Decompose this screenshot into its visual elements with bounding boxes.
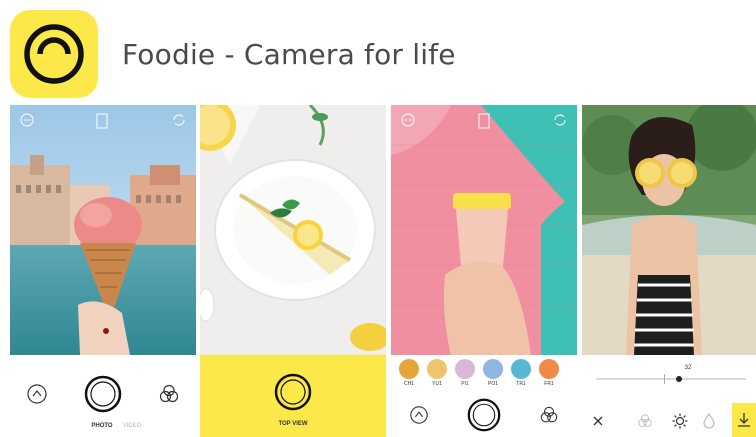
- filter-controls: CH1 YU1 PI1 PO1 TR1 FR1: [391, 355, 577, 437]
- filter-label: PO1: [487, 381, 498, 387]
- effects-icon[interactable]: [637, 413, 653, 429]
- screen-top-view: TOP VIEW: [200, 105, 386, 437]
- filter-thumb-fr1[interactable]: [539, 359, 559, 379]
- brightness-icon[interactable]: [672, 413, 688, 429]
- filter-thumb-tr1[interactable]: [511, 359, 531, 379]
- coffee-photo: [391, 105, 577, 355]
- slider-value: 32: [684, 365, 692, 371]
- edit-controls: 32: [582, 355, 756, 437]
- close-icon[interactable]: [592, 415, 604, 427]
- slider-center-mark: [663, 374, 665, 384]
- shutter-button[interactable]: [467, 398, 501, 432]
- top-view-controls: TOP VIEW: [200, 355, 386, 437]
- app-icon: [10, 10, 98, 98]
- filter-thumb-yu1[interactable]: [427, 359, 447, 379]
- effects-icon[interactable]: [158, 383, 180, 405]
- flip-camera-icon[interactable]: [172, 113, 186, 127]
- app-title: Foodie - Camera for life: [122, 38, 456, 71]
- camera-controls: PHOTO VIDEO: [10, 355, 196, 437]
- filter-thumb-pi1[interactable]: [455, 359, 475, 379]
- filter-thumb-po1[interactable]: [483, 359, 503, 379]
- screen-edit: 32: [582, 105, 756, 437]
- foodie-logo-icon: [24, 24, 84, 84]
- filter-label: CH1: [403, 381, 414, 387]
- adjust-slider[interactable]: [596, 374, 746, 384]
- filter-label: FR1: [544, 381, 554, 387]
- filter-label: YU1: [432, 381, 442, 387]
- slider-handle[interactable]: [675, 376, 682, 382]
- download-icon: [738, 413, 750, 427]
- gelato-photo: [10, 105, 196, 355]
- download-button[interactable]: [732, 403, 756, 437]
- flip-camera-icon[interactable]: [553, 113, 567, 127]
- mode-photo-label[interactable]: PHOTO: [90, 423, 114, 429]
- filter-label: TR1: [516, 381, 526, 387]
- cake-photo: [200, 105, 386, 355]
- effects-icon[interactable]: [539, 405, 559, 425]
- slider-fill: [596, 378, 679, 380]
- more-icon[interactable]: [20, 113, 34, 127]
- filter-icon[interactable]: [409, 405, 429, 425]
- filter-icon[interactable]: [26, 383, 48, 405]
- drop-icon[interactable]: [702, 413, 716, 429]
- filter-label: PI1: [461, 381, 469, 387]
- pineapple-photo: [582, 105, 756, 355]
- shutter-button[interactable]: [274, 373, 312, 411]
- shutter-button[interactable]: [84, 375, 122, 413]
- mode-video-label[interactable]: VIDEO: [120, 423, 144, 429]
- screen-photo-mode: PHOTO VIDEO: [10, 105, 196, 437]
- aspect-ratio-icon[interactable]: [96, 113, 108, 129]
- aspect-ratio-icon[interactable]: [478, 113, 490, 129]
- filter-thumb-ch1[interactable]: [399, 359, 419, 379]
- mode-top-view-label[interactable]: TOP VIEW: [273, 421, 313, 427]
- screen-filters: CH1 YU1 PI1 PO1 TR1 FR1: [391, 105, 577, 437]
- more-icon[interactable]: [401, 113, 415, 127]
